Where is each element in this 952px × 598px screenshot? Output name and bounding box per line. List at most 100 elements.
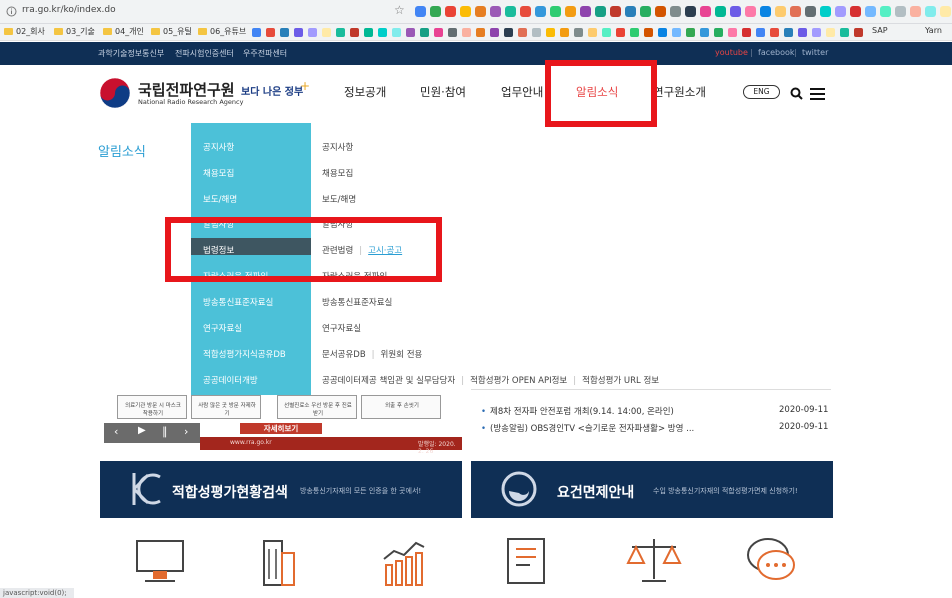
twitter-link[interactable]: twitter — [802, 48, 828, 57]
extension-icon[interactable] — [865, 6, 876, 17]
bookmark-icon[interactable] — [560, 28, 569, 37]
extension-icon[interactable] — [700, 6, 711, 17]
bookmark-yarn[interactable]: Yarn — [925, 26, 942, 35]
bookmark-icon[interactable] — [462, 28, 471, 37]
submenu-item[interactable]: 방송통신표준자료실 — [203, 296, 273, 308]
bookmark-icon[interactable] — [658, 28, 667, 37]
bookmark-icon[interactable] — [378, 28, 387, 37]
extension-icon[interactable] — [910, 6, 921, 17]
bookmark-icon[interactable] — [840, 28, 849, 37]
extension-icon[interactable] — [790, 6, 801, 17]
extension-icon[interactable] — [520, 6, 531, 17]
submenu-item[interactable]: 보도/해명 — [203, 193, 237, 205]
submenu-link[interactable]: 채용모집 — [322, 169, 353, 179]
extension-icon[interactable] — [490, 6, 501, 17]
submenu-item[interactable]: 연구자료실 — [203, 322, 242, 334]
conformity-search-banner[interactable]: 적합성평가현황검색 방송통신기자재의 모든 인증을 한 곳에서! — [100, 461, 462, 518]
bookmark-sap[interactable]: SAP — [872, 26, 888, 35]
youtube-link[interactable]: youtube — [715, 48, 748, 57]
submenu-link[interactable]: 문서공유DB — [322, 350, 366, 360]
bookmark-icon[interactable] — [406, 28, 415, 37]
extension-icon[interactable] — [595, 6, 606, 17]
news-item[interactable]: • 제8차 전자파 안전포럼 개최(9.14. 14:00, 온라인) — [481, 405, 674, 417]
bookmark-icon[interactable] — [728, 28, 737, 37]
pause-icon[interactable]: ∥ — [162, 425, 168, 438]
extension-icon[interactable] — [625, 6, 636, 17]
bookmark-icon[interactable] — [532, 28, 541, 37]
bookmark-icon[interactable] — [308, 28, 317, 37]
extension-icon[interactable] — [475, 6, 486, 17]
bookmark-icon[interactable] — [812, 28, 821, 37]
scale-icon[interactable] — [624, 535, 684, 587]
bookmark-icon[interactable] — [504, 28, 513, 37]
bookmark-folder[interactable]: 03_기술 — [54, 26, 95, 37]
extension-icon[interactable] — [550, 6, 561, 17]
extension-icon[interactable] — [580, 6, 591, 17]
bookmark-icon[interactable] — [392, 28, 401, 37]
submenu-link[interactable]: 보도/해명 — [322, 195, 356, 205]
building-icon[interactable] — [258, 535, 298, 587]
extension-icon[interactable] — [655, 6, 666, 17]
extension-icon[interactable] — [940, 6, 951, 17]
bookmark-icon[interactable] — [826, 28, 835, 37]
bookmark-icon[interactable] — [756, 28, 765, 37]
submenu-item[interactable]: 적합성평가지식공유DB — [203, 348, 286, 360]
bookmark-icon[interactable] — [742, 28, 751, 37]
extension-icon[interactable] — [925, 6, 936, 17]
extension-icon[interactable] — [535, 6, 546, 17]
exemption-banner[interactable]: 요건면제안내 수입 방송통신기자재의 적합성평가면제 신청하기! — [471, 461, 833, 518]
submenu-link[interactable]: 위원회 전용 — [381, 350, 423, 360]
bookmark-icon[interactable] — [700, 28, 709, 37]
link-space-center[interactable]: 우주전파센터 — [243, 48, 287, 59]
extension-icon[interactable] — [730, 6, 741, 17]
taegeuk-logo-icon[interactable] — [99, 77, 131, 109]
prev-icon[interactable]: ‹ — [114, 425, 118, 438]
bookmark-icon[interactable] — [294, 28, 303, 37]
bookmark-icon[interactable] — [616, 28, 625, 37]
bookmark-icon[interactable] — [350, 28, 359, 37]
gnb-info-disclosure[interactable]: 정보공개 — [344, 84, 386, 100]
submenu-link[interactable]: 공공데이터제공 책임관 및 실무담당자 — [322, 376, 455, 386]
chat-icon[interactable] — [744, 535, 800, 587]
bookmark-folder[interactable]: 02_회사 — [4, 26, 45, 37]
extension-icon[interactable] — [445, 6, 456, 17]
bookmark-icon[interactable] — [630, 28, 639, 37]
link-msit[interactable]: 과학기술정보통신부 — [98, 48, 164, 59]
monitor-icon[interactable] — [133, 535, 187, 587]
bookmark-icon[interactable] — [686, 28, 695, 37]
bookmark-icon[interactable] — [574, 28, 583, 37]
bookmark-icon[interactable] — [602, 28, 611, 37]
next-icon[interactable]: › — [184, 425, 188, 438]
bookmark-icon[interactable] — [266, 28, 275, 37]
bookmark-icon[interactable] — [714, 28, 723, 37]
bookmark-star-icon[interactable]: ☆ — [394, 3, 405, 17]
extension-icon[interactable] — [565, 6, 576, 17]
info-icon[interactable] — [6, 6, 17, 17]
detail-button[interactable]: 자세히보기 — [240, 423, 322, 434]
bookmark-icon[interactable] — [784, 28, 793, 37]
bookmark-icon[interactable] — [588, 28, 597, 37]
extension-icon[interactable] — [760, 6, 771, 17]
extension-icon[interactable] — [805, 6, 816, 17]
submenu-link[interactable]: 공지사항 — [322, 143, 353, 153]
bookmark-folder[interactable]: 05_유틸 — [151, 26, 192, 37]
bookmark-icon[interactable] — [798, 28, 807, 37]
bookmark-icon[interactable] — [280, 28, 289, 37]
bookmark-icon[interactable] — [770, 28, 779, 37]
extension-icon[interactable] — [895, 6, 906, 17]
play-icon[interactable]: ▶ — [138, 425, 146, 436]
extension-icon[interactable] — [835, 6, 846, 17]
extension-icon[interactable] — [715, 6, 726, 17]
bookmark-folder[interactable]: 06_유튜브 — [198, 26, 246, 37]
submenu-link[interactable]: 방송통신표준자료실 — [322, 298, 392, 308]
news-item[interactable]: • (방송알림) OBS경인TV <슬기로운 전자파생활> 방영 ... — [481, 422, 694, 434]
document-icon[interactable] — [500, 535, 554, 587]
submenu-item[interactable]: 공공데이터개방 — [203, 374, 258, 386]
bookmark-icon[interactable] — [518, 28, 527, 37]
bookmark-icon[interactable] — [364, 28, 373, 37]
search-icon[interactable] — [790, 87, 803, 100]
extension-icon[interactable] — [460, 6, 471, 17]
bookmark-icon[interactable] — [252, 28, 261, 37]
submenu-link[interactable]: 적합성평가 OPEN API정보 — [470, 376, 567, 386]
submenu-link[interactable]: 연구자료실 — [322, 324, 361, 334]
